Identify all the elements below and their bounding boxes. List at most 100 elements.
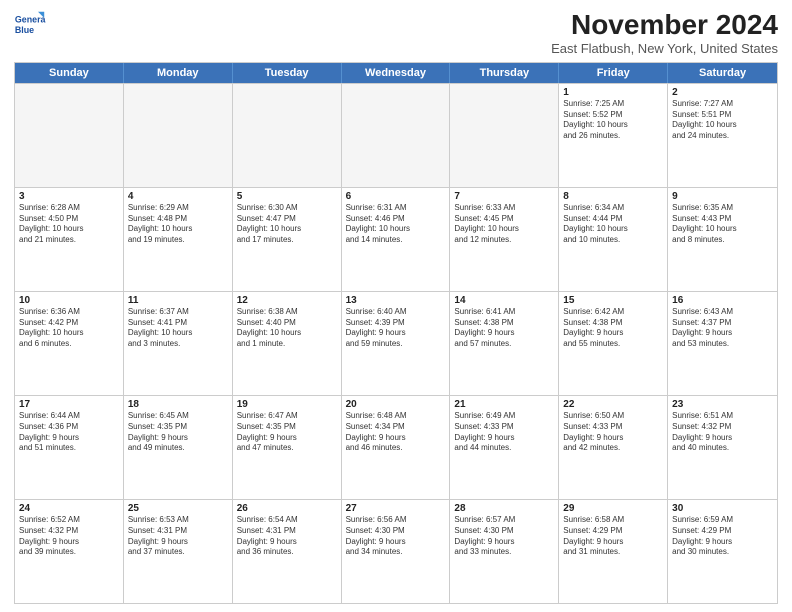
day-info: Sunrise: 6:36 AM Sunset: 4:42 PM Dayligh…	[19, 307, 119, 350]
day-number: 22	[563, 399, 663, 410]
logo: General Blue	[14, 10, 46, 42]
day-info: Sunrise: 6:53 AM Sunset: 4:31 PM Dayligh…	[128, 515, 228, 558]
calendar-cell: 11Sunrise: 6:37 AM Sunset: 4:41 PM Dayli…	[124, 292, 233, 395]
calendar-cell: 17Sunrise: 6:44 AM Sunset: 4:36 PM Dayli…	[15, 396, 124, 499]
calendar-cell: 4Sunrise: 6:29 AM Sunset: 4:48 PM Daylig…	[124, 188, 233, 291]
day-info: Sunrise: 6:29 AM Sunset: 4:48 PM Dayligh…	[128, 203, 228, 246]
day-info: Sunrise: 6:37 AM Sunset: 4:41 PM Dayligh…	[128, 307, 228, 350]
day-number: 11	[128, 295, 228, 306]
day-info: Sunrise: 6:42 AM Sunset: 4:38 PM Dayligh…	[563, 307, 663, 350]
day-number: 7	[454, 191, 554, 202]
day-info: Sunrise: 6:48 AM Sunset: 4:34 PM Dayligh…	[346, 411, 446, 454]
calendar-cell: 25Sunrise: 6:53 AM Sunset: 4:31 PM Dayli…	[124, 500, 233, 603]
day-number: 27	[346, 503, 446, 514]
calendar-cell: 13Sunrise: 6:40 AM Sunset: 4:39 PM Dayli…	[342, 292, 451, 395]
calendar-cell: 28Sunrise: 6:57 AM Sunset: 4:30 PM Dayli…	[450, 500, 559, 603]
calendar-cell	[15, 84, 124, 187]
day-info: Sunrise: 6:35 AM Sunset: 4:43 PM Dayligh…	[672, 203, 773, 246]
calendar-cell: 1Sunrise: 7:25 AM Sunset: 5:52 PM Daylig…	[559, 84, 668, 187]
day-info: Sunrise: 6:58 AM Sunset: 4:29 PM Dayligh…	[563, 515, 663, 558]
day-number: 26	[237, 503, 337, 514]
day-info: Sunrise: 6:30 AM Sunset: 4:47 PM Dayligh…	[237, 203, 337, 246]
title-block: November 2024 East Flatbush, New York, U…	[551, 10, 778, 56]
calendar-header-cell: Thursday	[450, 63, 559, 83]
day-number: 1	[563, 87, 663, 98]
calendar-cell: 29Sunrise: 6:58 AM Sunset: 4:29 PM Dayli…	[559, 500, 668, 603]
calendar-header-cell: Saturday	[668, 63, 777, 83]
calendar-header-cell: Friday	[559, 63, 668, 83]
day-number: 25	[128, 503, 228, 514]
svg-text:Blue: Blue	[15, 25, 34, 35]
day-info: Sunrise: 6:56 AM Sunset: 4:30 PM Dayligh…	[346, 515, 446, 558]
calendar-cell: 2Sunrise: 7:27 AM Sunset: 5:51 PM Daylig…	[668, 84, 777, 187]
day-info: Sunrise: 6:33 AM Sunset: 4:45 PM Dayligh…	[454, 203, 554, 246]
calendar-cell: 6Sunrise: 6:31 AM Sunset: 4:46 PM Daylig…	[342, 188, 451, 291]
day-info: Sunrise: 6:47 AM Sunset: 4:35 PM Dayligh…	[237, 411, 337, 454]
calendar-cell: 18Sunrise: 6:45 AM Sunset: 4:35 PM Dayli…	[124, 396, 233, 499]
day-number: 4	[128, 191, 228, 202]
day-number: 12	[237, 295, 337, 306]
day-info: Sunrise: 6:38 AM Sunset: 4:40 PM Dayligh…	[237, 307, 337, 350]
calendar-header-cell: Tuesday	[233, 63, 342, 83]
header: General Blue November 2024 East Flatbush…	[14, 10, 778, 56]
calendar-header-cell: Monday	[124, 63, 233, 83]
day-number: 24	[19, 503, 119, 514]
day-number: 20	[346, 399, 446, 410]
calendar-cell: 15Sunrise: 6:42 AM Sunset: 4:38 PM Dayli…	[559, 292, 668, 395]
calendar-cell: 14Sunrise: 6:41 AM Sunset: 4:38 PM Dayli…	[450, 292, 559, 395]
day-info: Sunrise: 6:50 AM Sunset: 4:33 PM Dayligh…	[563, 411, 663, 454]
day-number: 8	[563, 191, 663, 202]
day-number: 19	[237, 399, 337, 410]
calendar-cell: 19Sunrise: 6:47 AM Sunset: 4:35 PM Dayli…	[233, 396, 342, 499]
calendar-cell: 5Sunrise: 6:30 AM Sunset: 4:47 PM Daylig…	[233, 188, 342, 291]
day-number: 30	[672, 503, 773, 514]
day-info: Sunrise: 6:41 AM Sunset: 4:38 PM Dayligh…	[454, 307, 554, 350]
calendar-cell: 12Sunrise: 6:38 AM Sunset: 4:40 PM Dayli…	[233, 292, 342, 395]
calendar-cell: 3Sunrise: 6:28 AM Sunset: 4:50 PM Daylig…	[15, 188, 124, 291]
calendar-cell: 16Sunrise: 6:43 AM Sunset: 4:37 PM Dayli…	[668, 292, 777, 395]
day-info: Sunrise: 6:51 AM Sunset: 4:32 PM Dayligh…	[672, 411, 773, 454]
day-number: 21	[454, 399, 554, 410]
calendar-cell	[124, 84, 233, 187]
day-info: Sunrise: 6:54 AM Sunset: 4:31 PM Dayligh…	[237, 515, 337, 558]
calendar-row: 24Sunrise: 6:52 AM Sunset: 4:32 PM Dayli…	[15, 499, 777, 603]
day-info: Sunrise: 7:25 AM Sunset: 5:52 PM Dayligh…	[563, 99, 663, 142]
day-info: Sunrise: 6:49 AM Sunset: 4:33 PM Dayligh…	[454, 411, 554, 454]
calendar-row: 1Sunrise: 7:25 AM Sunset: 5:52 PM Daylig…	[15, 83, 777, 187]
calendar-cell: 24Sunrise: 6:52 AM Sunset: 4:32 PM Dayli…	[15, 500, 124, 603]
day-info: Sunrise: 6:31 AM Sunset: 4:46 PM Dayligh…	[346, 203, 446, 246]
calendar-body: 1Sunrise: 7:25 AM Sunset: 5:52 PM Daylig…	[15, 83, 777, 603]
calendar-cell: 27Sunrise: 6:56 AM Sunset: 4:30 PM Dayli…	[342, 500, 451, 603]
day-number: 18	[128, 399, 228, 410]
month-title: November 2024	[551, 10, 778, 41]
svg-text:General: General	[15, 14, 46, 24]
day-number: 6	[346, 191, 446, 202]
day-number: 5	[237, 191, 337, 202]
calendar-cell: 20Sunrise: 6:48 AM Sunset: 4:34 PM Dayli…	[342, 396, 451, 499]
calendar-row: 10Sunrise: 6:36 AM Sunset: 4:42 PM Dayli…	[15, 291, 777, 395]
calendar-cell: 10Sunrise: 6:36 AM Sunset: 4:42 PM Dayli…	[15, 292, 124, 395]
calendar-header-row: SundayMondayTuesdayWednesdayThursdayFrid…	[15, 63, 777, 83]
day-info: Sunrise: 6:40 AM Sunset: 4:39 PM Dayligh…	[346, 307, 446, 350]
day-number: 23	[672, 399, 773, 410]
calendar-cell: 7Sunrise: 6:33 AM Sunset: 4:45 PM Daylig…	[450, 188, 559, 291]
day-number: 16	[672, 295, 773, 306]
day-number: 14	[454, 295, 554, 306]
page: General Blue November 2024 East Flatbush…	[0, 0, 792, 612]
calendar-cell: 23Sunrise: 6:51 AM Sunset: 4:32 PM Dayli…	[668, 396, 777, 499]
day-number: 2	[672, 87, 773, 98]
calendar-cell	[233, 84, 342, 187]
calendar-row: 17Sunrise: 6:44 AM Sunset: 4:36 PM Dayli…	[15, 395, 777, 499]
day-info: Sunrise: 6:28 AM Sunset: 4:50 PM Dayligh…	[19, 203, 119, 246]
calendar-header-cell: Sunday	[15, 63, 124, 83]
day-number: 15	[563, 295, 663, 306]
day-number: 28	[454, 503, 554, 514]
calendar-cell	[342, 84, 451, 187]
day-info: Sunrise: 6:45 AM Sunset: 4:35 PM Dayligh…	[128, 411, 228, 454]
day-info: Sunrise: 6:44 AM Sunset: 4:36 PM Dayligh…	[19, 411, 119, 454]
day-info: Sunrise: 6:57 AM Sunset: 4:30 PM Dayligh…	[454, 515, 554, 558]
day-number: 10	[19, 295, 119, 306]
calendar-cell: 8Sunrise: 6:34 AM Sunset: 4:44 PM Daylig…	[559, 188, 668, 291]
calendar-cell: 22Sunrise: 6:50 AM Sunset: 4:33 PM Dayli…	[559, 396, 668, 499]
subtitle: East Flatbush, New York, United States	[551, 41, 778, 56]
